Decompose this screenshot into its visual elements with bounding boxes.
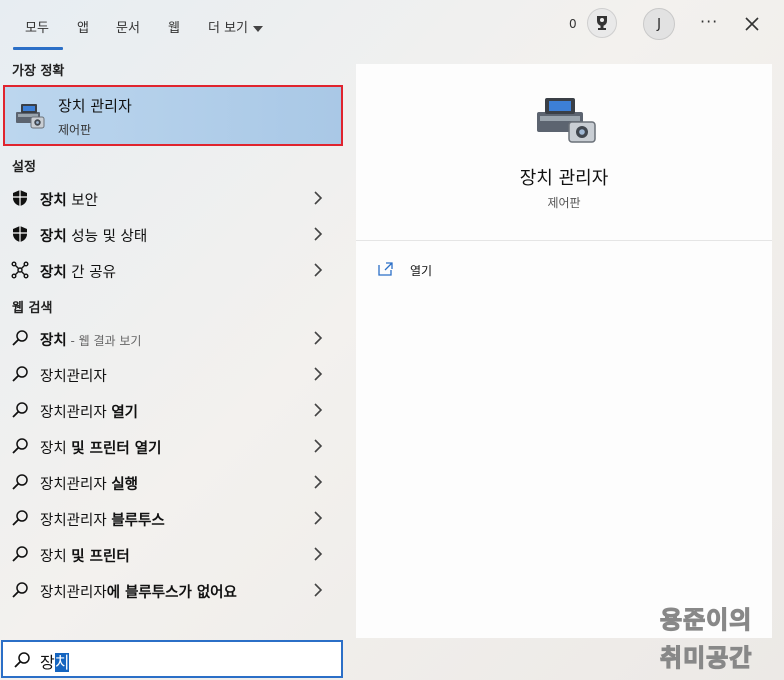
active-tab-indicator bbox=[13, 47, 63, 50]
rewards-button[interactable] bbox=[587, 8, 617, 38]
web-result-item[interactable]: 장치관리자 블루투스 bbox=[0, 500, 345, 536]
search-icon bbox=[12, 510, 28, 526]
settings-item-nearby-sharing[interactable]: 장치 간 공유 bbox=[0, 252, 345, 288]
best-match-subtitle: 제어판 bbox=[58, 123, 92, 137]
settings-item-label: 장치 간 공유 bbox=[40, 265, 116, 281]
tab-web[interactable]: 웹 bbox=[168, 17, 180, 36]
settings-item-device-performance[interactable]: 장치 성능 및 상태 bbox=[0, 216, 345, 252]
best-match-item[interactable]: 장치 관리자 제어판 bbox=[3, 85, 343, 146]
device-manager-icon bbox=[537, 98, 596, 143]
tab-more-label: 더 보기 bbox=[208, 21, 249, 36]
tab-apps[interactable]: 앱 bbox=[77, 17, 89, 36]
search-icon bbox=[12, 402, 28, 418]
web-result-item[interactable]: 장치 - 웹 결과 보기 bbox=[0, 320, 345, 356]
open-action[interactable]: 열기 bbox=[378, 260, 578, 282]
search-icon bbox=[12, 546, 28, 562]
chevron-right-icon bbox=[314, 583, 323, 597]
web-result-item[interactable]: 장치관리자 열기 bbox=[0, 392, 345, 428]
watermark-line-2: 취미공간 bbox=[659, 643, 753, 672]
settings-item-label: 장치 성능 및 상태 bbox=[40, 229, 148, 245]
chevron-right-icon bbox=[314, 331, 323, 345]
tab-documents[interactable]: 문서 bbox=[116, 17, 140, 36]
search-icon bbox=[12, 474, 28, 490]
search-icon bbox=[12, 438, 28, 454]
search-icon bbox=[12, 366, 28, 382]
web-result-label: 장치 및 프린터 bbox=[40, 549, 130, 565]
divider bbox=[356, 240, 772, 241]
device-manager-icon bbox=[16, 104, 45, 129]
watermark-line-1: 용준이의 bbox=[659, 605, 753, 634]
best-match-heading: 가장 정확 bbox=[12, 64, 65, 79]
chevron-right-icon bbox=[314, 475, 323, 489]
chevron-right-icon bbox=[314, 511, 323, 525]
settings-item-label: 장치 보안 bbox=[40, 193, 98, 209]
web-result-item[interactable]: 장치관리자 bbox=[0, 356, 345, 392]
web-result-item[interactable]: 장치관리자에 블루투스가 없어요 bbox=[0, 572, 345, 608]
search-icon bbox=[14, 652, 30, 668]
best-match-title: 장치 관리자 bbox=[58, 97, 132, 115]
chevron-right-icon bbox=[314, 263, 323, 277]
web-result-item[interactable]: 장치 및 프린터 bbox=[0, 536, 345, 572]
web-result-label: 장치관리자 bbox=[40, 369, 107, 385]
web-result-label: 장치관리자 실행 bbox=[40, 477, 138, 493]
search-icon bbox=[12, 582, 28, 598]
chevron-right-icon bbox=[314, 227, 323, 241]
settings-heading: 설정 bbox=[12, 160, 36, 175]
chevron-down-icon bbox=[253, 25, 264, 32]
chevron-right-icon bbox=[314, 367, 323, 381]
web-result-label: 장치 - 웹 결과 보기 bbox=[40, 333, 142, 349]
shield-icon bbox=[13, 226, 27, 242]
web-result-label: 장치관리자 열기 bbox=[40, 405, 138, 421]
chevron-right-icon bbox=[314, 439, 323, 453]
chevron-right-icon bbox=[314, 191, 323, 205]
web-result-item[interactable]: 장치 및 프린터 열기 bbox=[0, 428, 345, 464]
user-avatar[interactable]: J bbox=[643, 8, 675, 40]
detail-title: 장치 관리자 bbox=[519, 168, 609, 189]
rewards-points: 0 bbox=[569, 17, 577, 31]
detail-subtitle: 제어판 bbox=[547, 196, 581, 210]
web-result-label: 장치 및 프린터 열기 bbox=[40, 441, 162, 457]
open-external-icon bbox=[378, 262, 393, 276]
share-network-icon bbox=[11, 261, 29, 279]
web-result-label: 장치관리자에 블루투스가 없어요 bbox=[40, 585, 237, 601]
close-icon[interactable] bbox=[742, 14, 762, 34]
web-search-heading: 웹 검색 bbox=[12, 301, 53, 316]
search-icon bbox=[12, 330, 28, 346]
detail-pane: 장치 관리자 제어판 열기 bbox=[356, 64, 772, 638]
chevron-right-icon bbox=[314, 403, 323, 417]
settings-item-device-security[interactable]: 장치 보안 bbox=[0, 180, 345, 216]
web-result-item[interactable]: 장치관리자 실행 bbox=[0, 464, 345, 500]
open-action-label: 열기 bbox=[410, 264, 433, 278]
shield-icon bbox=[13, 190, 27, 206]
tab-more[interactable]: 더 보기 bbox=[208, 17, 264, 36]
chevron-right-icon bbox=[314, 547, 323, 561]
search-query-selection: 치 bbox=[54, 653, 70, 672]
search-input[interactable]: 장치 bbox=[1, 640, 343, 678]
more-options-button[interactable]: ··· bbox=[700, 12, 718, 31]
search-query: 장치 bbox=[40, 653, 70, 672]
top-bar: 모두 앱 문서 웹 더 보기 0 J ··· bbox=[0, 0, 784, 50]
trophy-icon bbox=[597, 16, 607, 30]
web-result-label: 장치관리자 블루투스 bbox=[40, 513, 165, 529]
tab-all[interactable]: 모두 bbox=[25, 17, 49, 36]
